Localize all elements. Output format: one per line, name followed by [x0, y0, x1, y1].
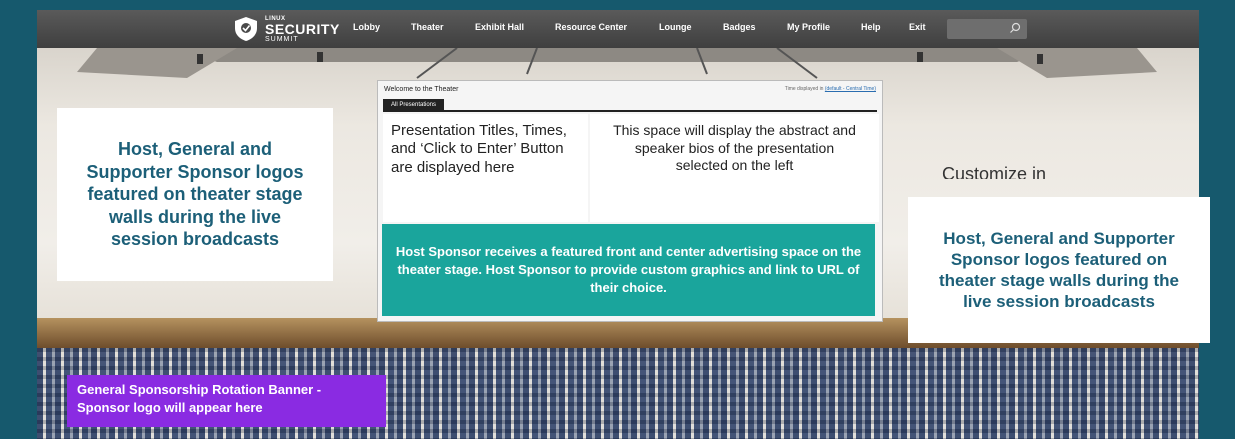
nav-item-badges[interactable]: Badges [723, 22, 756, 32]
nav-item-exhibit-hall[interactable]: Exhibit Hall [475, 22, 524, 32]
sponsor-logos-callout-left: Host, General and Supporter Sponsor logo… [57, 108, 333, 281]
nav-item-exit[interactable]: Exit [909, 22, 926, 32]
host-sponsor-box[interactable]: Host Sponsor receives a featured front a… [382, 224, 875, 316]
timezone-note: Time displayed in (default - Central Tim… [785, 86, 876, 92]
tab-divider [383, 110, 877, 112]
sponsor-logos-callout-right: Host, General and Supporter Sponsor logo… [908, 197, 1210, 343]
nav-item-theater[interactable]: Theater [411, 22, 444, 32]
nav-item-help[interactable]: Help [861, 22, 881, 32]
timezone-prefix: Time displayed in [784, 86, 824, 92]
shield-logo-icon [235, 17, 257, 41]
presentation-details-pane: This space will display the abstract and… [590, 114, 879, 222]
nav-item-lobby[interactable]: Lobby [353, 22, 380, 32]
nav-item-resource-center[interactable]: Resource Center [555, 22, 627, 32]
top-navbar: LINUX SECURITY SUMMIT Lobby Theater Exhi… [37, 10, 1199, 48]
logo-big-text: SECURITY [265, 20, 340, 37]
panel-title: Welcome to the Theater [384, 86, 459, 93]
timezone-link[interactable]: (default - Central Time) [825, 86, 876, 92]
nav-item-my-profile[interactable]: My Profile [787, 22, 830, 32]
brand-logo[interactable]: LINUX SECURITY SUMMIT [233, 14, 340, 44]
logo-sub-text: SUMMIT [265, 35, 299, 43]
search-icon[interactable] [1009, 22, 1021, 34]
nav-item-lounge[interactable]: Lounge [659, 22, 692, 32]
sponsorship-rotation-banner[interactable]: General Sponsorship Rotation Banner - Sp… [67, 375, 386, 427]
presentation-list-pane: Presentation Titles, Times, and ‘Click t… [383, 114, 588, 222]
search-input[interactable] [947, 19, 1027, 39]
